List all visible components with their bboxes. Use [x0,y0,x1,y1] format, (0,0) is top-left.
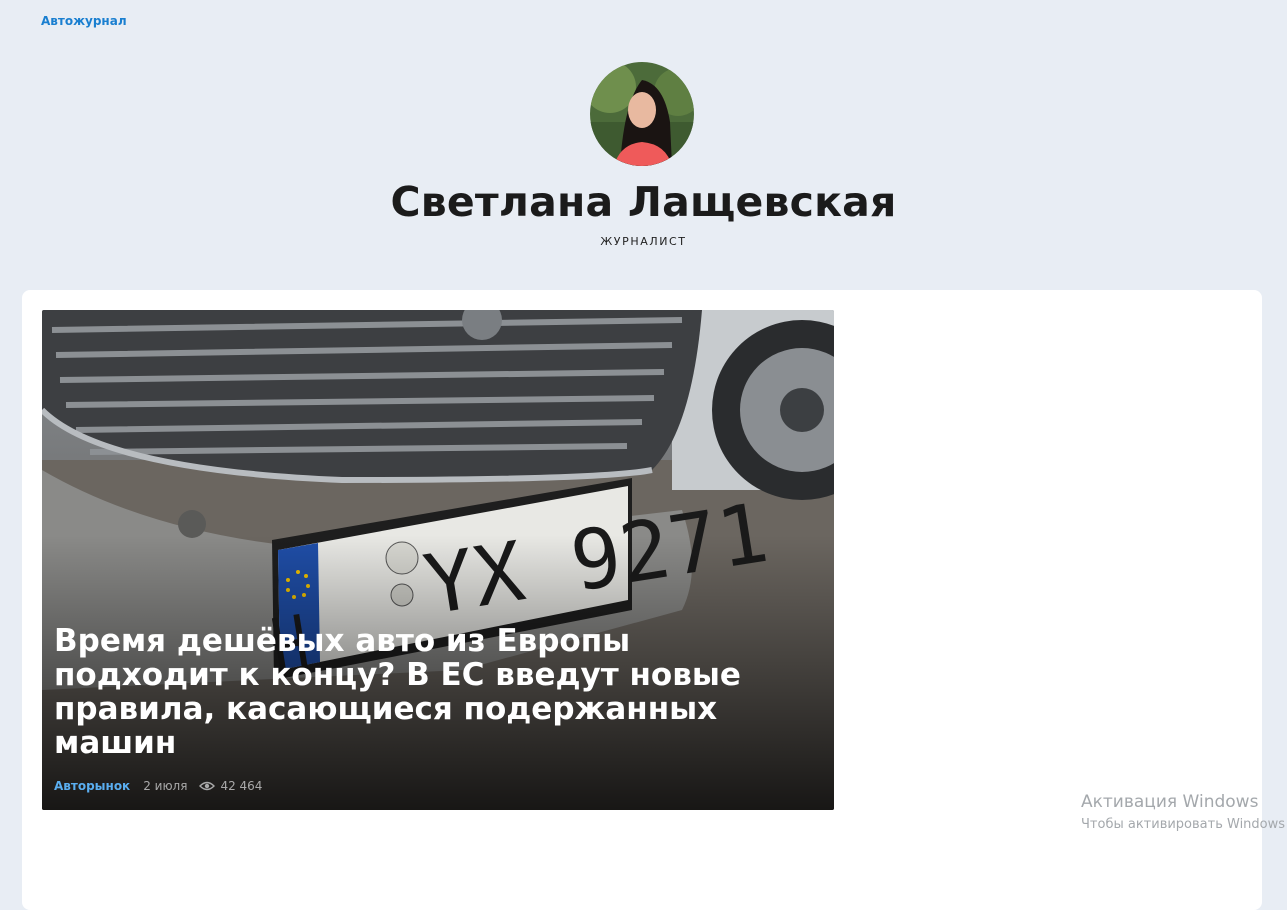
author-role: ЖУРНАЛИСТ [600,235,687,248]
article-card[interactable]: H YX 9271 Время дешёвых авто из Европы п… [42,310,834,810]
article-views-count: 42 464 [220,779,263,793]
author-avatar [590,62,694,166]
breadcrumb-link[interactable]: Автожурнал [41,14,127,28]
activation-subtitle: Чтобы активировать Windows [1081,817,1286,832]
article-category-link[interactable]: Авторынок [54,779,130,793]
article-meta: Авторынок 2 июля 42 464 [54,777,262,795]
windows-activation-watermark: Активация Windows Чтобы активировать Win… [1081,792,1285,832]
article-date: 2 июля [143,779,188,793]
article-title[interactable]: Время дешёвых авто из Европы подходит к … [54,624,754,760]
eye-icon [199,781,216,791]
author-name: Светлана Лащевская [390,178,897,226]
activation-title: Активация Windows [1081,792,1259,812]
